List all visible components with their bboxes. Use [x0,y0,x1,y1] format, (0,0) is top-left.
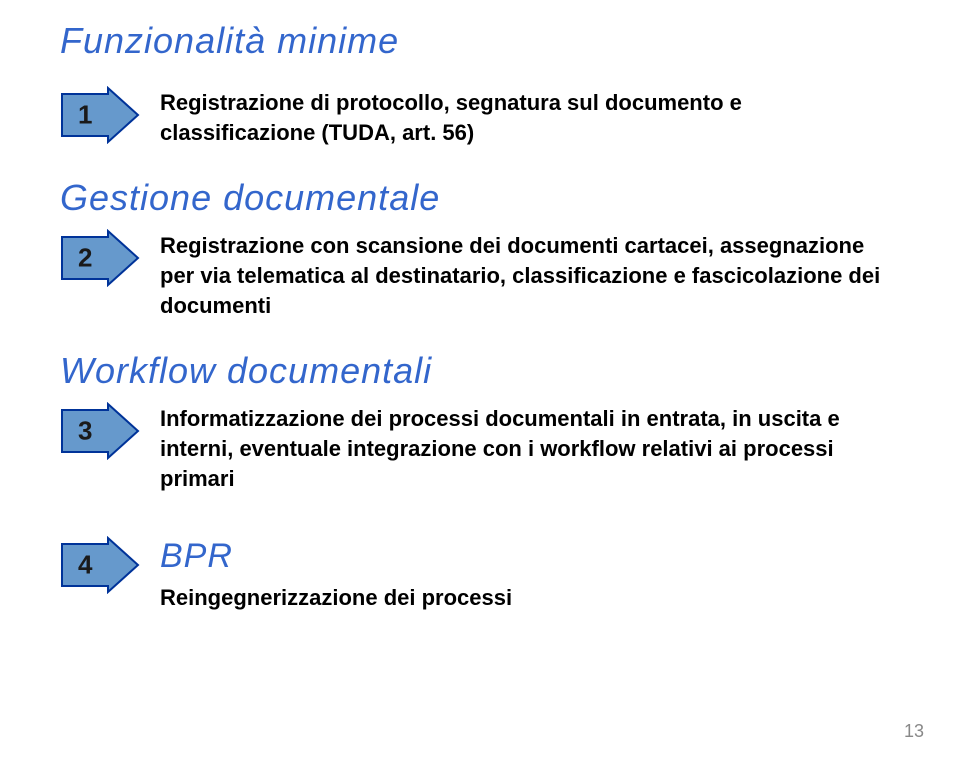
item-4-row: 4 BPR Reingegnerizzazione dei processi [60,534,900,614]
section-heading-gestione: Gestione documentale [60,177,900,219]
arrow-icon [60,86,142,144]
item-3-row: 3 Informatizzazione dei processi documen… [60,400,900,493]
arrow-number-1: 1 [78,100,92,131]
arrow-number-4: 4 [78,549,92,580]
section-heading-workflow: Workflow documentali [60,350,900,392]
arrow-block-3: 3 [60,402,142,460]
item-2-row: 2 Registrazione con scansione dei docume… [60,227,900,320]
arrow-block-4: 4 [60,536,142,594]
arrow-icon [60,229,142,287]
item-2-desc: Registrazione con scansione dei document… [160,227,900,320]
arrow-number-2: 2 [78,243,92,274]
arrow-number-3: 3 [78,416,92,447]
bpr-desc: Reingegnerizzazione dei processi [160,583,512,613]
item-3-desc: Informatizzazione dei processi documenta… [160,400,900,493]
bpr-title: BPR [160,534,512,580]
item-1-row: 1 Registrazione di protocollo, segnatura… [60,84,900,147]
item-1-desc: Registrazione di protocollo, segnatura s… [160,84,900,147]
arrow-icon [60,402,142,460]
arrow-block-2: 2 [60,229,142,287]
page-title: Funzionalità minime [60,20,900,62]
arrow-icon [60,536,142,594]
arrow-block-1: 1 [60,86,142,144]
page-number: 13 [904,721,924,742]
item-4-block: BPR Reingegnerizzazione dei processi [160,534,512,614]
